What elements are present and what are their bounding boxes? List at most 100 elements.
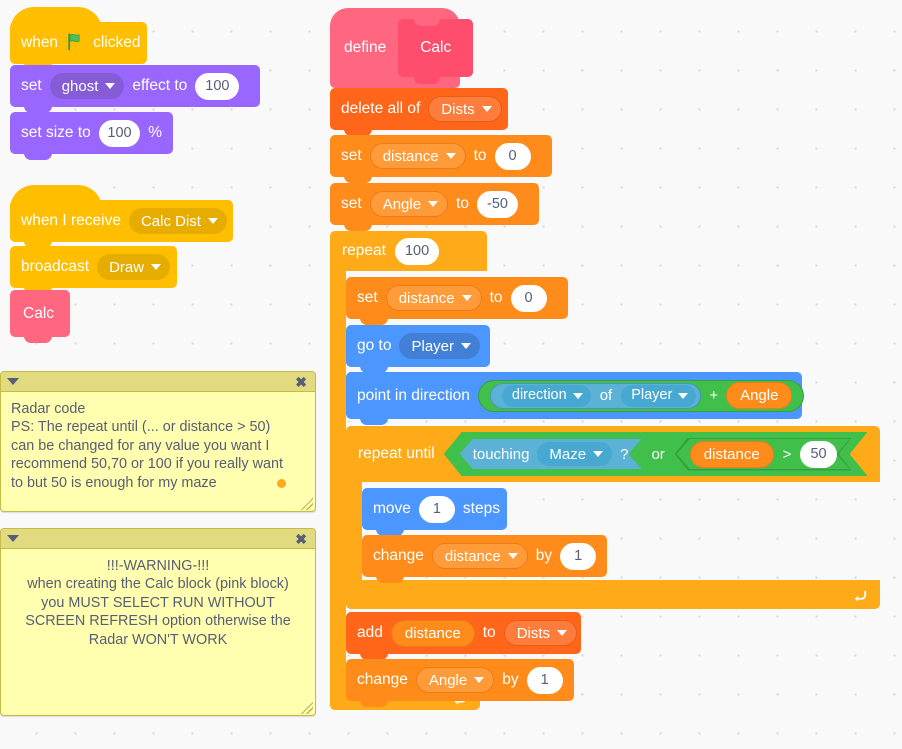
set-label: set xyxy=(341,147,362,165)
list-value: Dists xyxy=(516,624,551,642)
addition-operator-block[interactable]: direction of Player + Angle xyxy=(477,379,805,412)
list-dropdown[interactable]: Dists xyxy=(428,96,502,122)
calc-prototype-label: Calc xyxy=(420,39,452,56)
variable-dropdown[interactable]: distance xyxy=(431,543,528,569)
distance-variable-reporter[interactable]: distance xyxy=(390,619,475,647)
repeat-100-head[interactable]: repeat 100 xyxy=(330,231,487,271)
value-input[interactable]: -50 xyxy=(477,190,518,218)
delete-all-of-dists-block[interactable]: delete all of Dists xyxy=(330,88,508,136)
repeat-100-block[interactable] xyxy=(330,231,346,710)
define-label: define xyxy=(344,39,387,56)
change-value-input[interactable]: 1 xyxy=(560,542,597,570)
touching-maze-block[interactable]: touching Maze ? xyxy=(460,439,642,469)
go-to-label: go to xyxy=(357,337,392,355)
set-size-to-label: set size to xyxy=(21,124,91,142)
repeat-until-head-content: repeat until touching Maze ? or distance… xyxy=(346,426,880,482)
warning-comment[interactable]: ✖ !!!-WARNING-!!! when creating the Calc… xyxy=(0,528,316,716)
set-size-block[interactable]: set size to 100 % xyxy=(10,112,173,160)
comparator-label: > xyxy=(782,445,792,463)
threshold-input[interactable]: 50 xyxy=(800,441,836,468)
repeat-times-input[interactable]: 100 xyxy=(394,237,440,265)
triangle-down-icon[interactable] xyxy=(7,378,19,385)
angle-variable-reporter[interactable]: Angle xyxy=(726,382,793,409)
property-of-object-block[interactable]: direction of Player xyxy=(489,382,702,409)
effect-dropdown[interactable]: ghost xyxy=(49,73,125,99)
comment-text: Radar code PS: The repeat until (... or … xyxy=(11,401,283,491)
comment-header[interactable]: ✖ xyxy=(1,372,315,392)
comment-resize-handle[interactable] xyxy=(301,702,313,714)
broadcast-message-dropdown[interactable]: Draw xyxy=(97,254,171,280)
set-label: set xyxy=(341,195,362,213)
property-dropdown[interactable]: direction xyxy=(501,384,591,407)
percent-label: % xyxy=(148,124,162,142)
set-distance-block-outer[interactable]: set distance to 0 xyxy=(330,135,552,183)
set-distance-block-inner[interactable]: set distance to 0 xyxy=(346,277,568,325)
add-distance-to-dists-block[interactable]: add distance to Dists xyxy=(346,612,581,660)
move-steps-input[interactable]: 1 xyxy=(418,495,455,523)
hat-dome xyxy=(10,185,102,209)
touching-target-value: Maze xyxy=(549,445,587,463)
chevron-down-icon xyxy=(557,630,568,636)
add-label: add xyxy=(357,624,383,642)
chevron-down-icon xyxy=(481,106,492,112)
go-to-target-value: Player xyxy=(411,337,455,355)
close-icon[interactable]: ✖ xyxy=(295,375,307,389)
when-flag-clicked-block[interactable]: when clicked xyxy=(10,7,147,70)
greater-than-operator-block[interactable]: distance > 50 xyxy=(677,439,850,469)
set-ghost-effect-block[interactable]: set ghost effect to 100 xyxy=(10,65,260,113)
point-in-direction-block[interactable]: point in direction direction of Player +… xyxy=(346,372,805,425)
to-label: to xyxy=(473,147,487,165)
by-label: by xyxy=(502,671,519,689)
distance-variable-reporter[interactable]: distance xyxy=(690,441,774,468)
variable-value: Angle xyxy=(428,671,468,689)
variable-dropdown[interactable]: Angle xyxy=(369,191,449,217)
change-value-input[interactable]: 1 xyxy=(526,666,563,694)
value-input[interactable]: 0 xyxy=(510,284,547,312)
broadcast-message-value: Draw xyxy=(109,258,145,276)
clicked-label: clicked xyxy=(93,34,141,52)
variable-dropdown[interactable]: distance xyxy=(369,143,466,169)
calc-call-block[interactable]: Calc xyxy=(10,290,70,343)
value-input[interactable]: 0 xyxy=(494,142,531,170)
list-dropdown[interactable]: Dists xyxy=(503,620,578,646)
comment-resize-handle[interactable] xyxy=(301,498,313,510)
go-to-player-block[interactable]: go to Player xyxy=(346,325,490,373)
calc-prototype-block[interactable]: Calc xyxy=(398,19,474,84)
variable-dropdown[interactable]: Angle xyxy=(415,667,495,693)
move-steps-block[interactable]: move 1 steps xyxy=(362,488,507,536)
comment-header[interactable]: ✖ xyxy=(1,529,315,549)
go-to-target-dropdown[interactable]: Player xyxy=(399,333,481,359)
radar-code-comment[interactable]: ✖ Radar code PS: The repeat until (... o… xyxy=(0,371,316,512)
set-label: set xyxy=(21,77,42,95)
variable-dropdown[interactable]: distance xyxy=(385,285,482,311)
comment-dot-marker xyxy=(277,479,286,488)
green-flag-icon xyxy=(66,32,85,55)
chevron-down-icon xyxy=(474,677,485,683)
message-value: Calc Dist xyxy=(140,212,201,230)
message-dropdown[interactable]: Calc Dist xyxy=(128,208,227,234)
or-operator-block[interactable]: touching Maze ? or distance > 50 xyxy=(444,432,868,476)
or-label: or xyxy=(651,445,665,463)
change-distance-block[interactable]: change distance by 1 xyxy=(362,535,607,583)
by-label: by xyxy=(535,547,553,565)
when-i-receive-block[interactable]: when I receive Calc Dist xyxy=(10,185,233,248)
object-dropdown[interactable]: Player xyxy=(621,384,697,407)
close-icon[interactable]: ✖ xyxy=(295,532,307,546)
change-label: change xyxy=(357,671,408,689)
repeat-until-head[interactable]: repeat until touching Maze ? or distance… xyxy=(346,426,880,482)
touching-target-dropdown[interactable]: Maze xyxy=(537,442,612,466)
triangle-down-icon[interactable] xyxy=(7,535,19,542)
variable-value: Angle xyxy=(382,195,422,213)
variable-value: distance xyxy=(398,289,455,307)
effect-to-label: effect to xyxy=(132,77,188,95)
broadcast-block[interactable]: broadcast Draw xyxy=(10,246,177,294)
size-value-input[interactable]: 100 xyxy=(98,119,141,147)
change-angle-block[interactable]: change Angle by 1 xyxy=(346,659,574,707)
scratch-workspace[interactable]: when clicked set ghost effect to 100 set… xyxy=(0,0,902,749)
effect-value-input[interactable]: 100 xyxy=(195,72,240,100)
repeat-until-foot-content xyxy=(346,580,880,609)
set-angle-block[interactable]: set Angle to -50 xyxy=(330,183,539,231)
define-calc-hat-block[interactable]: define Calc xyxy=(330,8,474,88)
touching-label: touching xyxy=(472,445,530,463)
repeat-head-content: repeat 100 xyxy=(330,231,487,271)
